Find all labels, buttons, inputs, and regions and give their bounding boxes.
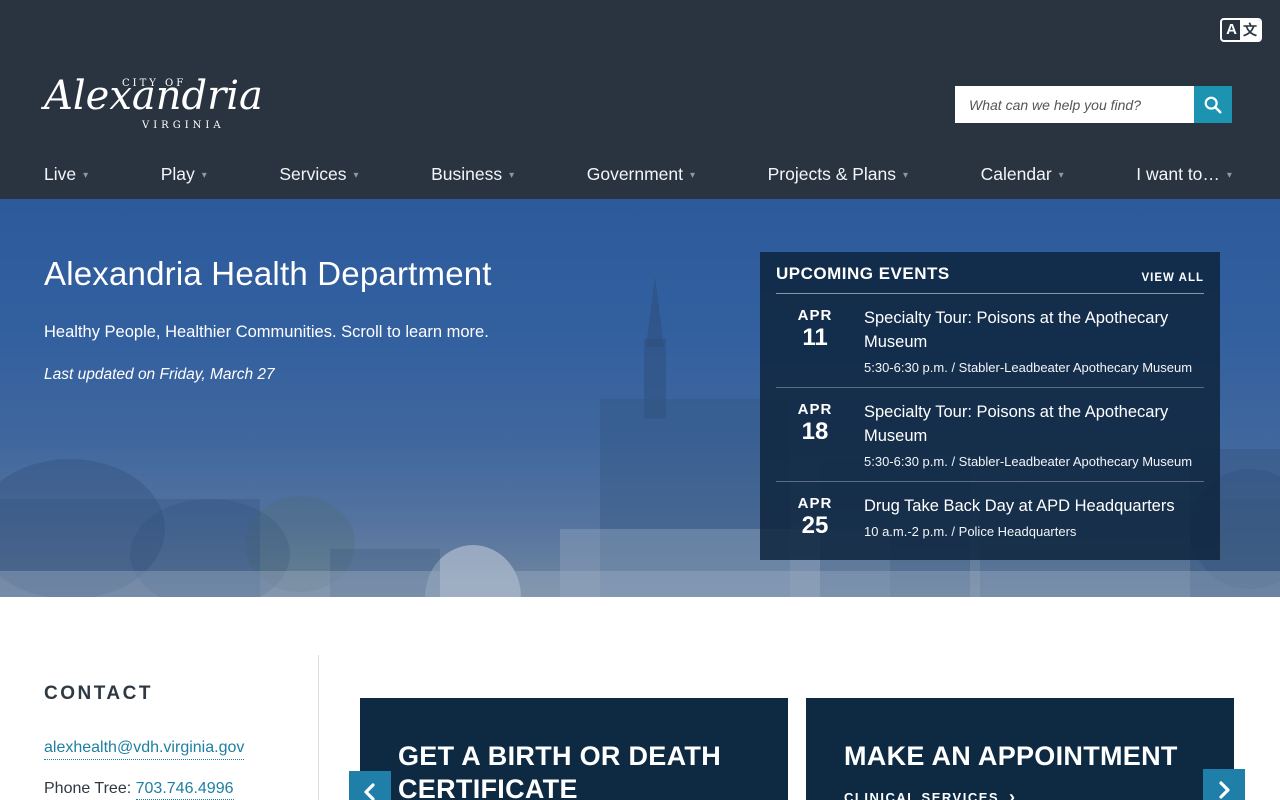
nav-label: Calendar <box>980 164 1052 184</box>
translate-icon-zh: 文 <box>1240 20 1260 40</box>
event-meta: 10 a.m.-2 p.m. / Police Headquarters <box>864 523 1077 539</box>
page: A 文 CITY OF Alexandria VIRGINIA Live ▾ <box>0 0 1280 800</box>
city-logo[interactable]: CITY OF Alexandria VIRGINIA <box>44 64 263 131</box>
promo-link-label: CLINICAL SERVICES <box>844 789 1000 800</box>
nav-label: Live <box>44 164 77 184</box>
nav-label: Play <box>160 164 195 184</box>
chevron-down-icon: ▾ <box>690 170 696 181</box>
translate-icon: A <box>1226 21 1237 38</box>
chevron-down-icon: ▾ <box>509 170 515 181</box>
contact-email-link[interactable]: alexhealth@vdh.virginia.gov <box>44 739 245 760</box>
contact-phone: Phone Tree: 703.746.4996 <box>44 780 244 800</box>
promo-card-make-appointment[interactable]: MAKE AN APPOINTMENT CLINICAL SERVICES › <box>806 698 1234 800</box>
nav-item-live[interactable]: Live ▾ <box>44 164 88 185</box>
nav-item-services[interactable]: Services ▾ <box>279 164 358 185</box>
hero-copy: Alexandria Health Department Healthy Peo… <box>44 255 684 384</box>
event-title-link[interactable]: Specialty Tour: Poisons at the Apothecar… <box>864 401 1204 449</box>
nav-item-i-want-to[interactable]: I want to… ▾ <box>1136 164 1232 185</box>
event-body: Specialty Tour: Poisons at the Apothecar… <box>854 401 1204 469</box>
event-date: APR 18 <box>776 401 854 469</box>
nav-item-projects-plans[interactable]: Projects & Plans ▾ <box>768 164 908 185</box>
chevron-right-icon <box>1219 781 1230 799</box>
nav-label: Business <box>431 164 503 184</box>
event-date: APR 25 <box>776 495 854 540</box>
event-date: APR 11 <box>776 307 854 375</box>
nav-item-calendar[interactable]: Calendar ▾ <box>981 164 1064 185</box>
hero-banner: Alexandria Health Department Healthy Peo… <box>0 199 1280 597</box>
chevron-down-icon: ▾ <box>1226 170 1232 181</box>
nav-label: Projects & Plans <box>767 164 897 184</box>
logo-state: VIRGINIA <box>142 120 225 131</box>
carousel-next-button[interactable] <box>1203 769 1245 800</box>
search-icon <box>1204 96 1222 114</box>
event-row: APR 11 Specialty Tour: Poisons at the Ap… <box>776 294 1204 388</box>
nav-item-government[interactable]: Government ▾ <box>587 164 695 185</box>
event-month: APR <box>797 400 833 418</box>
upcoming-events-panel: UPCOMING EVENTS VIEW ALL APR 11 Specialt… <box>760 252 1220 560</box>
events-heading: UPCOMING EVENTS <box>776 264 950 283</box>
contact-heading: CONTACT <box>44 683 153 704</box>
content-section: CONTACT alexhealth@vdh.virginia.gov Phon… <box>0 597 1280 800</box>
event-row: APR 18 Specialty Tour: Poisons at the Ap… <box>776 388 1204 482</box>
event-title-link[interactable]: Drug Take Back Day at APD Headquarters <box>864 495 1175 519</box>
search-button[interactable] <box>1194 86 1232 123</box>
event-body: Specialty Tour: Poisons at the Apothecar… <box>854 307 1204 375</box>
site-search <box>955 86 1232 123</box>
last-updated: Last updated on Friday, March 27 <box>44 366 275 383</box>
nav-label: Services <box>279 164 347 184</box>
phone-link[interactable]: 703.746.4996 <box>135 780 234 800</box>
contact-block: CONTACT alexhealth@vdh.virginia.gov Phon… <box>44 683 245 800</box>
nav-label: Government <box>586 164 684 184</box>
nav-item-play[interactable]: Play ▾ <box>161 164 207 185</box>
chevron-down-icon: ▾ <box>83 170 89 181</box>
logo-city-of: CITY OF <box>122 78 187 89</box>
event-month: APR <box>797 307 833 324</box>
chevron-down-icon: ▾ <box>201 170 207 181</box>
chevron-down-icon: ▾ <box>1058 170 1064 181</box>
event-meta: 5:30-6:30 p.m. / Stabler-Leadbeater Apot… <box>864 453 1193 469</box>
event-day: 11 <box>802 324 828 351</box>
chevron-left-icon <box>364 783 375 800</box>
clinical-services-link[interactable]: CLINICAL SERVICES › <box>844 787 1234 800</box>
event-month: APR <box>797 494 833 512</box>
translate-button[interactable]: A 文 <box>1220 18 1262 42</box>
event-body: Drug Take Back Day at APD Headquarters 1… <box>854 495 1175 540</box>
view-all-link[interactable]: VIEW ALL <box>1141 272 1204 284</box>
page-title: Alexandria Health Department <box>44 255 492 292</box>
site-header: A 文 CITY OF Alexandria VIRGINIA Live ▾ <box>0 0 1280 199</box>
promo-card-title: MAKE AN APPOINTMENT <box>844 741 1178 771</box>
chevron-down-icon: ▾ <box>903 170 909 181</box>
promo-carousel: GET A BIRTH OR DEATH CERTIFICATE MAKE AN… <box>349 698 1245 800</box>
nav-label: I want to… <box>1136 164 1220 184</box>
chevron-down-icon: ▾ <box>353 170 359 181</box>
search-input[interactable] <box>955 86 1194 123</box>
carousel-prev-button[interactable] <box>349 771 391 800</box>
event-day: 18 <box>801 417 829 445</box>
promo-card-birth-death-certificate[interactable]: GET A BIRTH OR DEATH CERTIFICATE <box>360 698 788 800</box>
event-meta: 5:30-6:30 p.m. / Stabler-Leadbeater Apot… <box>864 359 1193 375</box>
event-row: APR 25 Drug Take Back Day at APD Headqua… <box>776 482 1204 544</box>
hero-subtitle: Healthy People, Healthier Communities. S… <box>44 323 489 341</box>
event-day: 25 <box>801 511 829 539</box>
event-title-link[interactable]: Specialty Tour: Poisons at the Apothecar… <box>864 307 1204 355</box>
events-header: UPCOMING EVENTS VIEW ALL <box>776 264 1204 294</box>
phone-label: Phone Tree: <box>44 780 132 797</box>
chevron-right-icon: › <box>1009 787 1017 800</box>
promo-card-title: GET A BIRTH OR DEATH CERTIFICATE <box>398 741 721 800</box>
nav-item-business[interactable]: Business ▾ <box>431 164 514 185</box>
vertical-divider <box>318 655 319 800</box>
main-nav: Live ▾ Play ▾ Services ▾ Business ▾ Gove… <box>44 164 1232 185</box>
